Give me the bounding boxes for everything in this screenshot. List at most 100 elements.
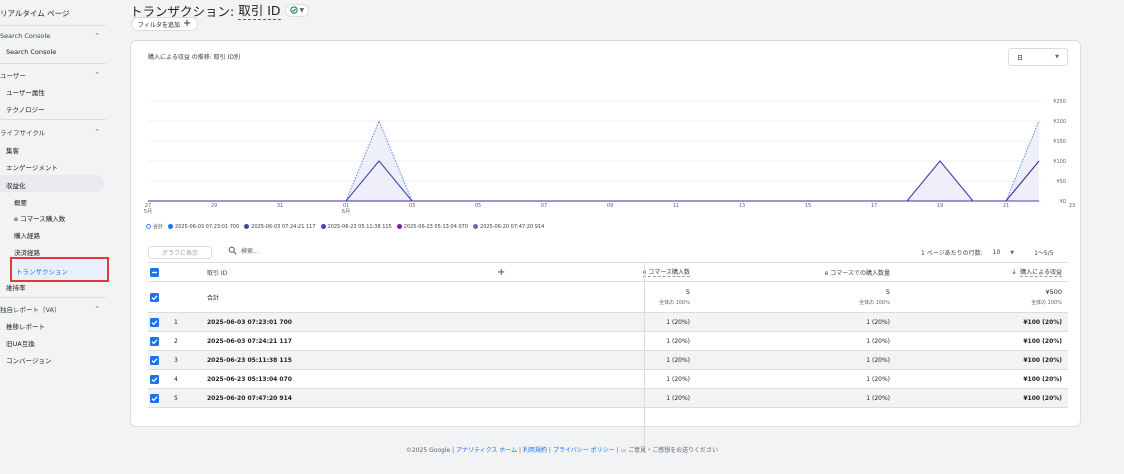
- sidebar-item-demographics[interactable]: ユーザー属性: [6, 87, 45, 97]
- legend-label: 2025-06-23 05:13:04 070: [403, 223, 469, 230]
- sidebar-item-acquisition[interactable]: 集客: [6, 145, 19, 155]
- sidebar-sub-transactions[interactable]: トランザクション: [10, 257, 109, 282]
- row-checkbox[interactable]: [150, 389, 162, 407]
- legend-label: 2025-06-20 07:47:20 914: [480, 223, 545, 230]
- table-body: 1 2025-06-03 07:23:01 700 1 (20%) 1 (20%) ¥1…: [148, 313, 1068, 408]
- add-filter-button[interactable]: フィルタを追加 +: [131, 17, 199, 31]
- sidebar-divider: [0, 119, 106, 120]
- row-purchase-revenue: ¥100 (20%): [1023, 318, 1062, 326]
- legend-item[interactable]: 2025-06-23 05:13:04 070: [396, 223, 469, 230]
- report-card: 購入による収益 の推移: 取引 ID別 日 ▼ ¥250 ¥200 ¥150 ¥100…: [130, 40, 1081, 453]
- sidebar-sub-purchase-journey[interactable]: 購入経路: [14, 230, 40, 240]
- sidebar-item-trend-report[interactable]: 推移レポート: [6, 321, 45, 331]
- sidebar-section-search-console[interactable]: Search Console ⌃: [0, 32, 104, 40]
- checkbox-checked-icon: [150, 374, 159, 384]
- line-chart: ¥250¥200¥150¥100¥50¥0275月29 31 016月03 05 07 0…: [144, 99, 1075, 215]
- chevron-up-icon: ⌃: [94, 128, 100, 136]
- sidebar-item-retention[interactable]: 維持率: [6, 282, 26, 292]
- row-ecommerce-purchases: 1 (20%): [666, 375, 690, 383]
- legend-swatch: [473, 224, 479, 229]
- x-tick-label: 07: [541, 203, 547, 209]
- footer-link-terms[interactable]: 利用規約: [523, 447, 547, 454]
- row-checkbox[interactable]: [150, 370, 162, 388]
- column-header-dimension[interactable]: 取引 ID: [207, 263, 227, 281]
- row-purchase-revenue: ¥100 (20%): [1023, 356, 1062, 364]
- x-tick-label: 29: [211, 203, 217, 209]
- y-tick-label: ¥100: [1053, 159, 1066, 165]
- data-quality-chip[interactable]: ▼: [284, 3, 310, 17]
- sidebar-item-technology[interactable]: テクノロジー: [6, 104, 45, 114]
- footer-link-home[interactable]: アナリティクス ホーム: [456, 447, 517, 454]
- sidebar-sub-overview[interactable]: 概要: [14, 197, 27, 207]
- sidebar-section-custom[interactable]: 独自レポート（VA） ⌃: [0, 304, 104, 314]
- chevron-up-icon: ⌃: [94, 305, 100, 313]
- search-icon: [228, 246, 237, 255]
- legend-label: 合計: [153, 224, 164, 230]
- table-row[interactable]: 2 2025-06-03 07:24:21 117 1 (20%) 1 (20%) ¥1…: [148, 332, 1068, 351]
- column-header-label: e コマースでの購入数量: [824, 269, 890, 277]
- sidebar-item-conversion[interactable]: コンバージョン: [6, 355, 51, 365]
- chevron-up-icon: ⌃: [94, 32, 100, 40]
- footer: ©2025 Google | アナリティクス ホーム | 利用規約 | プライバ…: [0, 445, 1124, 454]
- x-tick-label: 03: [409, 203, 415, 209]
- checkbox-checked-icon: [150, 355, 159, 365]
- row-purchase-revenue: ¥100 (20%): [1023, 337, 1062, 345]
- sidebar-item-realtime[interactable]: リアルタイム ページ: [0, 8, 70, 19]
- table-header-row: 取引 ID + e コマース購入数 e コマースでの購入数量 ↓ 購入による収益: [148, 263, 1068, 282]
- sidebar-section-label: ライフサイクル: [0, 129, 46, 137]
- plot-rows-button[interactable]: グラフに表示: [148, 246, 212, 259]
- y-tick-label: ¥250: [1053, 99, 1066, 105]
- y-tick-label: ¥200: [1053, 119, 1066, 125]
- column-header-purchase-revenue[interactable]: ↓ 購入による収益: [890, 263, 1062, 281]
- select-all-checkbox[interactable]: [150, 263, 162, 281]
- footer-link-feedback[interactable]: ご意見・ご感想をお送りください: [628, 447, 718, 454]
- row-transaction-id: 2025-06-23 05:11:38 115: [207, 356, 292, 364]
- column-header-label: e コマース購入数: [642, 269, 690, 277]
- chevron-down-icon: ▼: [299, 6, 305, 14]
- x-tick-month: 6月: [342, 209, 350, 215]
- row-checkbox[interactable]: [150, 313, 162, 331]
- row-checkbox[interactable]: [150, 351, 162, 369]
- column-header-item-quantity[interactable]: e コマースでの購入数量: [690, 263, 890, 281]
- row-transaction-id: 2025-06-20 07:47:20 914: [207, 394, 292, 402]
- add-dimension-icon[interactable]: +: [497, 263, 505, 281]
- sidebar-sub-ecommerce[interactable]: e コマース購入数: [14, 213, 65, 223]
- legend-label: 2025-06-03 07:24:21 117: [251, 223, 316, 230]
- chevron-down-icon: ▼: [1010, 250, 1015, 256]
- sidebar-section-label: 独自レポート（VA）: [0, 306, 61, 314]
- legend-item[interactable]: 2025-06-20 07:47:20 914: [473, 223, 544, 230]
- footer-link-privacy[interactable]: プライバシー ポリシー: [553, 447, 615, 454]
- sidebar-item-search-console[interactable]: Search Console: [6, 48, 56, 56]
- arrow-down-icon: ↓: [1011, 268, 1018, 276]
- data-table: 取引 ID + e コマース購入数 e コマースでの購入数量 ↓ 購入による収益 …: [148, 263, 1068, 453]
- rows-per-page-select[interactable]: 10 ▼: [993, 249, 1014, 256]
- x-tick-label: 23: [1069, 203, 1075, 209]
- legend-item[interactable]: 2025-06-03 07:23:01 700: [168, 223, 239, 230]
- legend-item-total[interactable]: 合計: [146, 223, 163, 230]
- table-row[interactable]: 4 2025-06-23 05:13:04 070 1 (20%) 1 (20%) ¥1…: [148, 370, 1068, 389]
- sidebar-item-monetization[interactable]: 収益化: [6, 180, 26, 190]
- table-search[interactable]: 検索...: [228, 246, 259, 255]
- sidebar-section-lifecycle[interactable]: ライフサイクル ⌃: [0, 127, 104, 137]
- sidebar-item-engagement[interactable]: エンゲージメント: [6, 162, 58, 172]
- total-value: ¥500: [1045, 288, 1062, 296]
- sidebar-item-ua-compat[interactable]: 旧UA互換: [6, 338, 35, 348]
- sidebar-sub-checkout-journey[interactable]: 決済経路: [14, 247, 40, 257]
- legend-item[interactable]: 2025-06-03 07:24:21 117: [244, 223, 316, 230]
- column-header-ecommerce-purchases[interactable]: e コマース購入数: [515, 263, 690, 281]
- row-item-quantity: 1 (20%): [866, 337, 890, 345]
- legend-item[interactable]: 2025-06-23 05:11:38 115: [320, 223, 392, 230]
- plus-icon: +: [182, 18, 192, 29]
- table-row[interactable]: 1 2025-06-03 07:23:01 700 1 (20%) 1 (20%) ¥1…: [148, 313, 1068, 332]
- sidebar-section-users[interactable]: ユーザー ⌃: [0, 70, 104, 80]
- table-total-row: 合計 5 全体の 100% 5 全体の 100% ¥500 全体の 100%: [148, 282, 1068, 313]
- chevron-up-icon: ⌃: [94, 71, 100, 79]
- page-title-dimension[interactable]: 取引 ID: [238, 0, 281, 20]
- row-checkbox[interactable]: [150, 332, 162, 350]
- checkbox-checked-icon: [150, 292, 159, 302]
- table-row[interactable]: 5 2025-06-20 07:47:20 914 1 (20%) 1 (20%) ¥1…: [148, 389, 1068, 408]
- table-row[interactable]: 3 2025-06-23 05:11:38 115 1 (20%) 1 (20%) ¥1…: [148, 351, 1068, 370]
- row-ecommerce-purchases: 1 (20%): [666, 356, 690, 364]
- x-tick-label: 15: [805, 203, 811, 209]
- total-checkbox[interactable]: [150, 282, 162, 312]
